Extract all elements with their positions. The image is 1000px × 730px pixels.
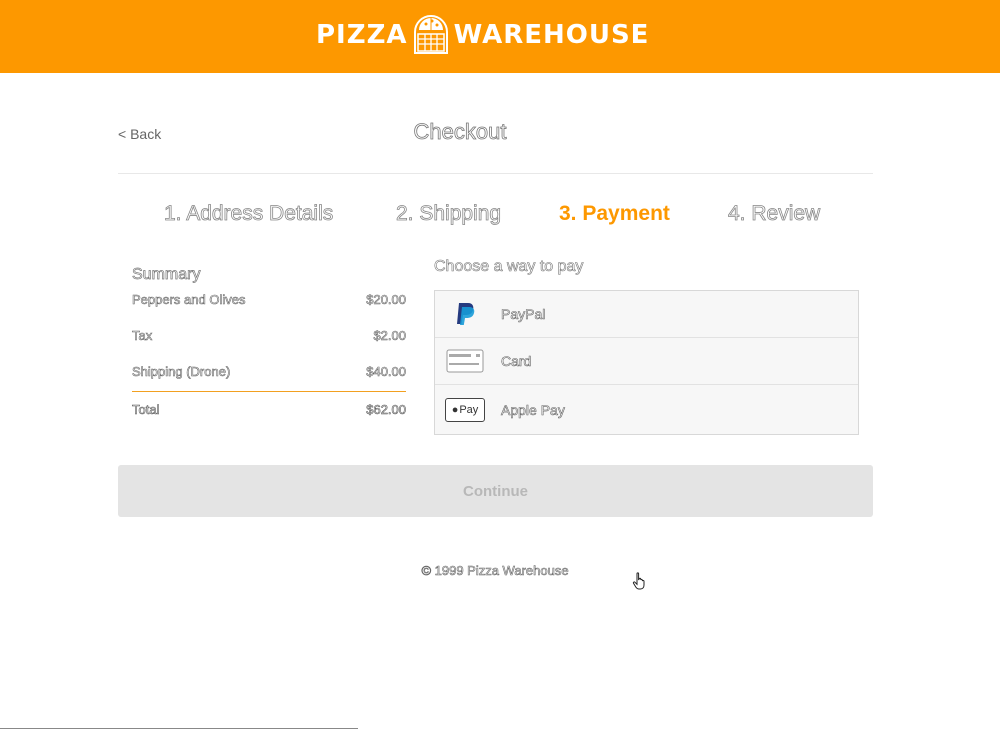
total-value: $62.00 [366, 402, 406, 418]
summary-title: Summary [132, 266, 201, 284]
payment-options-list: PayPal Card ● Pay Apple Pay [434, 290, 859, 435]
continue-button[interactable]: Continue [118, 465, 873, 517]
payment-option-label: Card [501, 353, 532, 370]
item-name: Shipping (Drone) [132, 364, 231, 380]
payment-methods: Choose a way to pay PayPal Card ● Pay Ap… [434, 258, 859, 435]
apple-pay-icon: ● Pay [435, 397, 495, 422]
apple-logo-icon: ● [451, 403, 459, 416]
step-review[interactable]: 4. Review [728, 202, 821, 226]
warehouse-logo-icon [413, 15, 448, 54]
order-summary: Summary Peppers and Olives $20.00 Tax $2… [132, 266, 407, 418]
item-name: Tax [132, 328, 153, 344]
header-divider [118, 173, 873, 174]
summary-row: Peppers and Olives $20.00 [132, 292, 407, 328]
step-address-details[interactable]: 1. Address Details [164, 202, 334, 226]
payment-option-card[interactable]: Card [435, 338, 858, 385]
footer-copyright: © 1999 Pizza Warehouse [421, 563, 569, 579]
item-price: $20.00 [366, 292, 406, 308]
item-price: $2.00 [373, 328, 406, 344]
bottom-divider [0, 728, 358, 729]
paypal-icon [435, 302, 495, 326]
payment-option-paypal[interactable]: PayPal [435, 291, 858, 338]
step-payment[interactable]: 3. Payment [559, 202, 670, 226]
logo-text-left: PIZZA [316, 20, 408, 50]
header-bar: PIZZA WAREHOUSE [0, 0, 1000, 73]
item-name: Peppers and Olives [132, 292, 246, 308]
payment-option-label: Apple Pay [501, 401, 565, 418]
logo-text-right: WAREHOUSE [453, 20, 650, 50]
payment-title: Choose a way to pay [434, 258, 584, 276]
summary-total-row: Total $62.00 [132, 402, 407, 418]
summary-row: Tax $2.00 [132, 328, 407, 364]
item-price: $40.00 [366, 364, 406, 380]
page-title: Checkout [413, 119, 507, 145]
logo[interactable]: PIZZA WAREHOUSE [316, 10, 649, 60]
payment-option-apple-pay[interactable]: ● Pay Apple Pay [435, 385, 858, 434]
summary-row: Shipping (Drone) $40.00 [132, 364, 406, 392]
payment-option-label: PayPal [501, 306, 546, 323]
step-shipping[interactable]: 2. Shipping [396, 202, 502, 226]
checkout-steps: 1. Address Details 2. Shipping 3. Paymen… [0, 202, 1000, 232]
total-label: Total [132, 402, 160, 418]
hand-pointer-cursor-icon [632, 572, 645, 590]
apple-pay-badge: Pay [459, 403, 479, 416]
credit-card-icon [435, 349, 495, 373]
